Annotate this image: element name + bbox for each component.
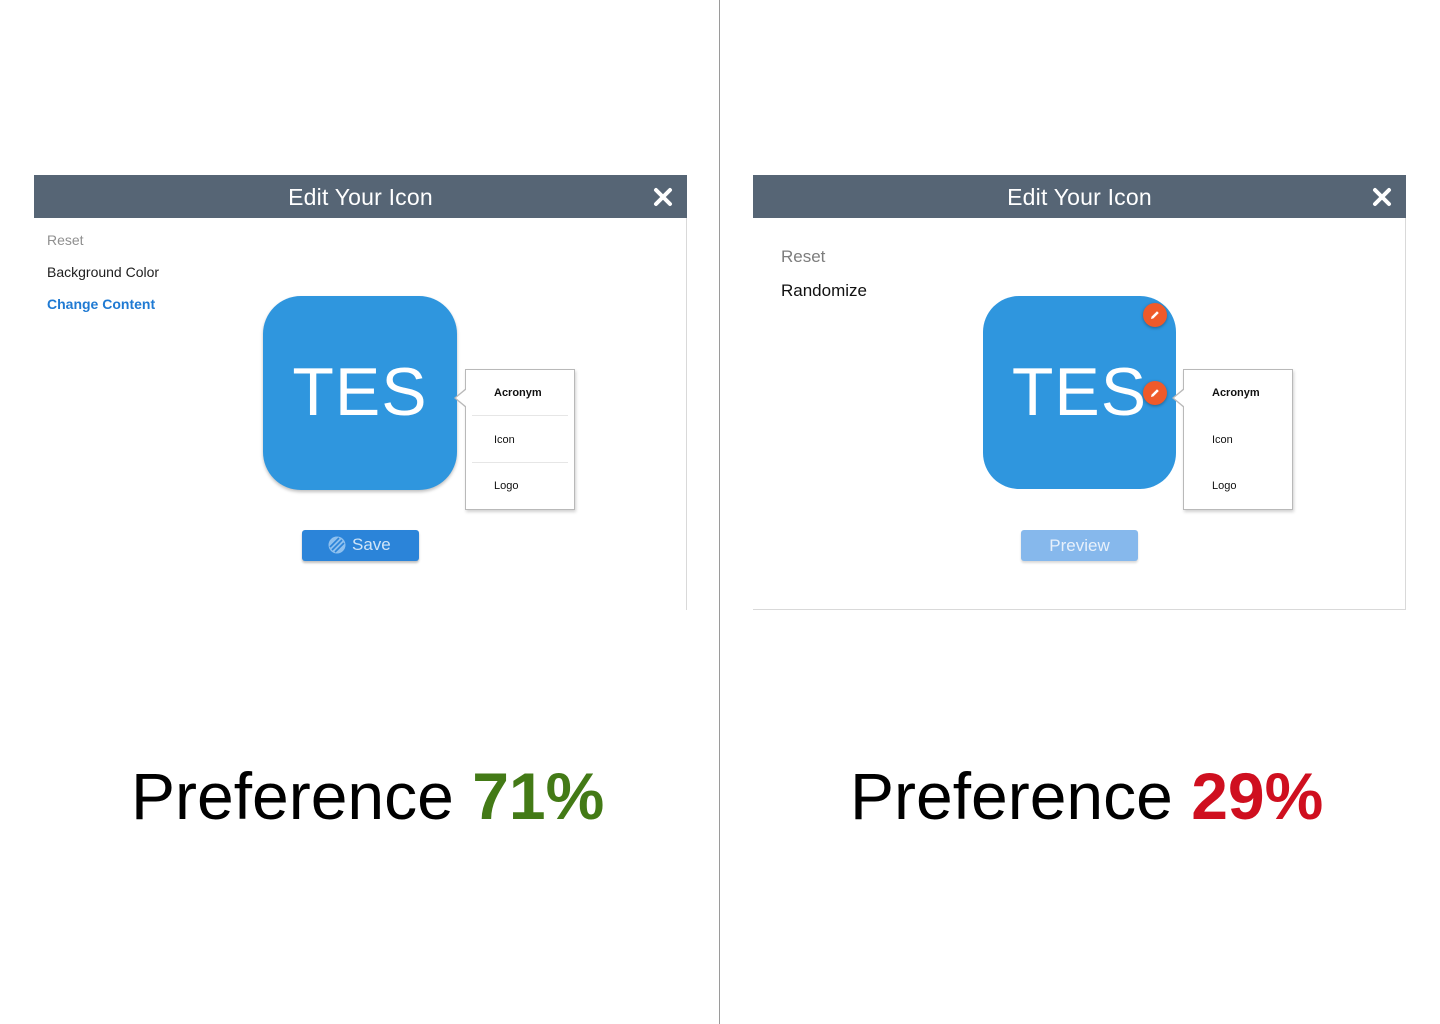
- dialog-title: Edit Your Icon: [288, 184, 433, 210]
- menu-item-acronym[interactable]: Acronym: [1190, 370, 1286, 416]
- close-icon[interactable]: [1372, 187, 1392, 207]
- preview-button[interactable]: Preview: [1021, 530, 1138, 561]
- menu-item-icon[interactable]: Icon: [1190, 417, 1286, 463]
- menu-pointer: [1172, 388, 1185, 408]
- content-type-menu: Acronym Icon Logo: [454, 369, 575, 510]
- close-icon[interactable]: [653, 187, 673, 207]
- save-button[interactable]: Save: [302, 530, 419, 561]
- edit-background-badge[interactable]: [1143, 303, 1167, 327]
- preference-value: 71%: [472, 759, 605, 833]
- dialog-titlebar: Edit Your Icon: [34, 175, 687, 218]
- save-button-label: Save: [352, 535, 391, 554]
- randomize-option[interactable]: Randomize: [781, 281, 867, 301]
- dialog-titlebar: Edit Your Icon: [753, 175, 1406, 218]
- reset-option[interactable]: Reset: [781, 247, 825, 267]
- edit-icon-dialog-right: Edit Your Icon Reset Randomize TES Acron…: [753, 175, 1406, 610]
- pencil-icon: [1151, 389, 1159, 397]
- pencil-icon: [1151, 311, 1159, 319]
- change-content-option[interactable]: Change Content: [47, 296, 155, 312]
- icon-preview-tile[interactable]: TES: [263, 296, 457, 490]
- menu-item-logo[interactable]: Logo: [472, 463, 568, 509]
- preference-label: Preference: [850, 759, 1173, 833]
- menu-item-logo[interactable]: Logo: [1190, 463, 1286, 509]
- panel-divider: [719, 0, 720, 1024]
- reset-option[interactable]: Reset: [47, 232, 84, 248]
- preference-left: Preference 71%: [131, 758, 604, 834]
- menu-pointer: [454, 388, 467, 408]
- preference-value: 29%: [1191, 759, 1324, 833]
- menu-item-icon[interactable]: Icon: [472, 417, 568, 463]
- background-color-option[interactable]: Background Color: [47, 264, 159, 280]
- icon-preview-text: TES: [292, 354, 428, 430]
- save-stripes-icon: [328, 536, 346, 559]
- menu-item-acronym[interactable]: Acronym: [472, 370, 568, 416]
- dialog-title: Edit Your Icon: [1007, 184, 1152, 210]
- preference-label: Preference: [131, 759, 454, 833]
- edit-icon-dialog-left: Edit Your Icon Reset Background Color Ch…: [34, 175, 687, 610]
- edit-content-badge[interactable]: [1143, 381, 1167, 405]
- content-type-menu: Acronym Icon Logo: [1172, 369, 1293, 510]
- preference-right: Preference 29%: [850, 758, 1323, 834]
